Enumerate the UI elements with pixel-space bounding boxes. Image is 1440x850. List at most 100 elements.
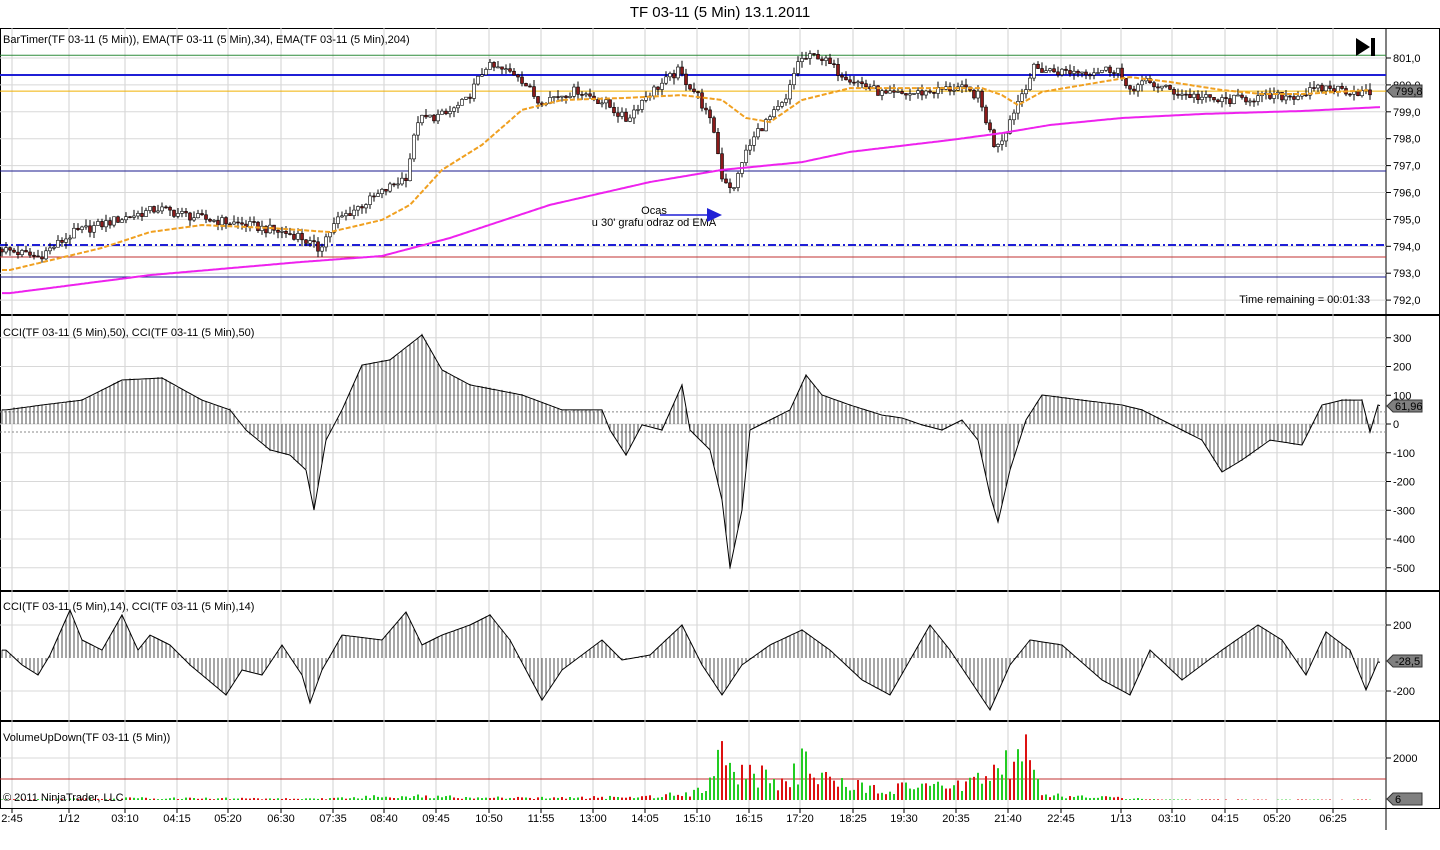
candle-body	[1116, 67, 1120, 74]
candle-body	[972, 89, 976, 99]
candle-body	[1180, 93, 1184, 96]
candle-body	[700, 92, 704, 109]
candle-body	[232, 221, 236, 225]
candle-body	[1304, 94, 1308, 97]
candle-body	[724, 178, 728, 184]
candle-body	[808, 53, 812, 59]
candle-body	[192, 217, 196, 221]
candle-body	[1356, 91, 1360, 97]
candle-body	[352, 209, 356, 216]
candle-body	[440, 110, 444, 115]
candle-body	[1084, 71, 1088, 76]
price-axis-tick-label: 794,0	[1393, 241, 1421, 253]
candle-body	[176, 213, 180, 217]
candle-body	[880, 90, 884, 96]
candle-body	[64, 238, 68, 243]
candle-body	[8, 247, 12, 251]
candle-body	[560, 95, 564, 98]
candle-body	[688, 84, 692, 90]
candle-body	[196, 213, 200, 219]
candle-body	[364, 204, 368, 209]
candle-body	[144, 210, 148, 217]
candle-body	[168, 206, 172, 211]
x-tick-label: 05:20	[1263, 813, 1291, 825]
candle-body	[1200, 96, 1204, 101]
candle-body	[608, 99, 612, 108]
candle-body	[184, 211, 188, 214]
candle-body	[1312, 87, 1316, 89]
candle-body	[1028, 77, 1032, 90]
candle-body	[1188, 93, 1192, 98]
candle-body	[1232, 94, 1236, 105]
x-tick-label: 08:40	[370, 813, 398, 825]
candle-body	[696, 91, 700, 94]
candle-body	[812, 53, 816, 55]
candle-body	[120, 219, 124, 223]
candle-body	[1352, 91, 1356, 95]
candle-body	[360, 206, 364, 209]
candle-body	[180, 211, 184, 214]
candle-body	[1020, 93, 1024, 102]
candle-body	[436, 114, 440, 122]
candle-body	[676, 66, 680, 79]
candle-body	[552, 96, 556, 98]
candle-body	[1120, 67, 1124, 79]
x-tick-label: 04:15	[1211, 813, 1239, 825]
candle-body	[628, 117, 632, 122]
x-tick-label: 19:30	[890, 813, 918, 825]
candle-body	[1124, 78, 1128, 86]
candle-body	[588, 93, 592, 97]
candle-body	[1184, 93, 1188, 96]
candle-body	[36, 255, 40, 258]
x-tick-label: 2:45	[1, 813, 22, 825]
candle-body	[732, 187, 736, 189]
candle-body	[1108, 66, 1112, 73]
x-tick-label: 06:30	[267, 813, 295, 825]
candle-body	[1196, 93, 1200, 101]
candle-body	[828, 57, 832, 65]
candle-body	[116, 216, 120, 223]
volume-panel-label: VolumeUpDown(TF 03-11 (5 Min))	[3, 732, 170, 744]
candle-body	[408, 158, 412, 182]
candle-body	[1208, 94, 1212, 98]
candle-body	[736, 173, 740, 188]
candle-body	[652, 86, 656, 97]
candle-body	[464, 96, 468, 100]
candle-body	[136, 213, 140, 217]
candle-body	[612, 107, 616, 114]
candle-body	[892, 90, 896, 93]
candle-body	[528, 85, 532, 88]
candle-body	[308, 240, 312, 244]
candle-body	[24, 250, 28, 253]
candle-body	[392, 183, 396, 186]
candle-body	[1248, 100, 1252, 103]
candle-body	[1060, 68, 1064, 76]
candle-body	[336, 216, 340, 224]
cci50-axis-tick-label: -300	[1393, 505, 1415, 517]
candle-body	[208, 219, 212, 222]
volume-axis-tick-label: 2000	[1393, 753, 1417, 765]
candle-body	[1256, 95, 1260, 102]
candle-body	[708, 109, 712, 119]
candle-body	[580, 94, 584, 96]
last-price-pointer-label: 799,8	[1395, 86, 1423, 98]
candle-body	[312, 240, 316, 243]
candle-body	[284, 231, 288, 234]
candle-body	[108, 220, 112, 226]
candle-body	[896, 91, 900, 93]
candle-body	[900, 91, 904, 94]
candle-body	[224, 217, 228, 225]
candle-body	[288, 233, 292, 235]
candle-body	[300, 233, 304, 241]
candle-body	[1128, 85, 1132, 90]
chart-canvas[interactable]: 2:45 1/12 03:10 04:15 05:20 06:30 07:35 08:40 09…	[0, 0, 1440, 850]
candle-body	[476, 75, 480, 85]
price-panel-label: BarTimer(TF 03-11 (5 Min)), EMA(TF 03-11…	[3, 34, 410, 46]
candle-body	[1172, 89, 1176, 95]
play-to-end-icon[interactable]	[1356, 38, 1370, 56]
candle-body	[1136, 84, 1140, 92]
candle-body	[292, 233, 296, 240]
candle-body	[248, 221, 252, 228]
candle-body	[1152, 82, 1156, 88]
candle-body	[84, 225, 88, 228]
